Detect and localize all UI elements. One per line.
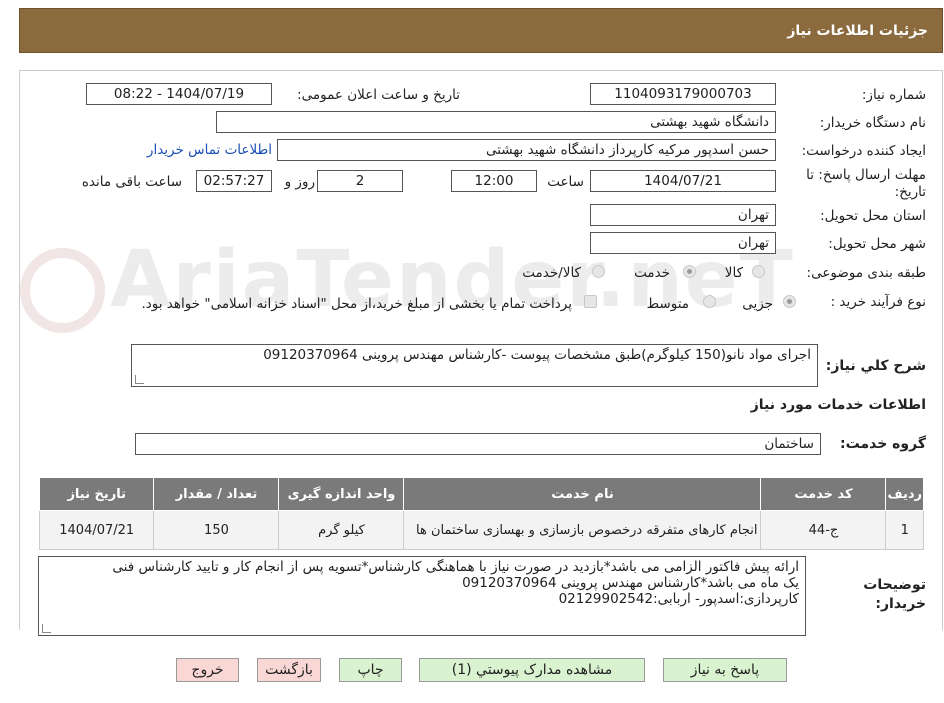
remaining-label: ساعت باقی مانده xyxy=(81,174,182,190)
deadline-time-field: 12:00 xyxy=(451,170,537,192)
remaining-time-field: 02:57:27 xyxy=(196,170,272,192)
exit-button[interactable]: خروج xyxy=(176,658,239,682)
category-radio-goods[interactable] xyxy=(752,265,765,278)
buyer-field: دانشگاه شهید بهشتی xyxy=(216,111,776,133)
deadline-label: مهلت ارسال پاسخ: تا xyxy=(806,167,926,183)
table-cell: انجام کارهای متفرقه درخصوص بازسازی و بهس… xyxy=(403,510,762,550)
table-cell: 150 xyxy=(153,510,280,550)
payment-note: پرداخت تمام یا بخشی از مبلغ خرید،از محل … xyxy=(141,296,572,312)
announce-label: تاریخ و ساعت اعلان عمومی: xyxy=(297,87,460,103)
resize-handle-icon[interactable] xyxy=(42,624,51,633)
buyer-notes-line: ارائه پیش فاکتور الزامی می باشد*بازدید د… xyxy=(112,559,799,575)
days-label: روز و xyxy=(284,174,315,190)
province-label: استان محل تحویل: xyxy=(820,208,926,224)
services-heading: اطلاعات خدمات مورد نیاز xyxy=(750,397,926,413)
requester-label: ایجاد کننده درخواست: xyxy=(801,143,926,159)
services-table: ردیف کد خدمت نام خدمت واحد اندازه گیری ت… xyxy=(38,477,924,550)
buyer-notes-line: یک ماه می باشد*کارشناس مهندس پروینی 0912… xyxy=(462,575,799,591)
column-header: نام خدمت xyxy=(403,477,762,511)
category-radio-goods-service[interactable] xyxy=(592,265,605,278)
province-field: تهران xyxy=(590,204,776,226)
buyer-notes-label: توضیحات xyxy=(863,577,926,593)
deadline-date-field: 1404/07/21 xyxy=(590,170,776,192)
category-option-goods: کالا xyxy=(724,265,743,281)
service-group-field: ساختمان xyxy=(135,433,821,455)
category-radio-service[interactable] xyxy=(683,265,696,278)
category-option-service: خدمت xyxy=(634,265,670,281)
city-label: شهر محل تحویل: xyxy=(828,236,926,252)
table-cell: 1404/07/21 xyxy=(38,510,155,550)
need-number-field: 1104093179000703 xyxy=(590,83,776,105)
table-row: 1 ج-44 انجام کارهای متفرقه درخصوص بازساز… xyxy=(38,510,924,550)
resize-handle-icon[interactable] xyxy=(135,375,144,384)
page-title: جزئیات اطلاعات نیاز xyxy=(787,23,928,39)
deadline-time-label: ساعت xyxy=(547,174,584,190)
process-label: نوع فرآیند خرید : xyxy=(830,294,926,310)
buyer-label: نام دستگاه خریدار: xyxy=(819,115,926,131)
view-attachments-button[interactable]: مشاهده مدارک پیوستي (1) xyxy=(419,658,645,682)
category-label: طبقه بندی موضوعی: xyxy=(806,265,926,281)
days-field: 2 xyxy=(317,170,403,192)
payment-treasury-checkbox[interactable] xyxy=(584,295,597,308)
announce-field: 1404/07/19 - 08:22 xyxy=(86,83,272,105)
process-radio-minor[interactable] xyxy=(783,295,796,308)
column-header: تعداد / مقدار xyxy=(153,477,280,511)
buyer-notes-line: کارپردازی:اسدپور- اربابی:02129902542 xyxy=(558,591,799,607)
description-label: شرح کلي نیاز: xyxy=(825,358,926,374)
column-header: ردیف xyxy=(885,477,924,511)
buyer-notes-textarea: ارائه پیش فاکتور الزامی می باشد*بازدید د… xyxy=(38,556,806,636)
back-button[interactable]: بازگشت xyxy=(257,658,321,682)
description-textarea: اجرای مواد نانو(150 کیلوگرم)طبق مشخصات پ… xyxy=(131,344,818,387)
table-header-row: ردیف کد خدمت نام خدمت واحد اندازه گیری ت… xyxy=(38,477,924,511)
column-header: تاریخ نیاز xyxy=(38,477,155,511)
process-radio-medium[interactable] xyxy=(703,295,716,308)
city-field: تهران xyxy=(590,232,776,254)
category-option-goods-service: کالا/خدمت xyxy=(522,265,581,281)
column-header: کد خدمت xyxy=(760,477,887,511)
buyer-notes-label-2: خریدار: xyxy=(875,596,926,612)
need-number-label: شماره نیاز: xyxy=(861,87,926,103)
table-cell: 1 xyxy=(885,510,924,550)
description-text: اجرای مواد نانو(150 کیلوگرم)طبق مشخصات پ… xyxy=(263,347,811,363)
process-option-minor: جزیی xyxy=(742,296,773,312)
table-cell: کیلو گرم xyxy=(278,510,405,550)
print-button[interactable]: چاپ xyxy=(339,658,402,682)
column-header: واحد اندازه گیری xyxy=(278,477,405,511)
page-header: جزئیات اطلاعات نیاز xyxy=(19,8,943,53)
service-group-label: گروه خدمت: xyxy=(840,436,926,452)
reply-button[interactable]: پاسخ به نیاز xyxy=(663,658,787,682)
deadline-label-date: تاریخ: xyxy=(894,184,926,200)
table-cell: ج-44 xyxy=(760,510,887,550)
buyer-contact-link[interactable]: اطلاعات تماس خریدار xyxy=(147,142,272,158)
process-option-medium: متوسط xyxy=(646,296,689,312)
requester-field: حسن اسدپور مرکیه کارپرداز دانشگاه شهید ب… xyxy=(277,139,776,161)
